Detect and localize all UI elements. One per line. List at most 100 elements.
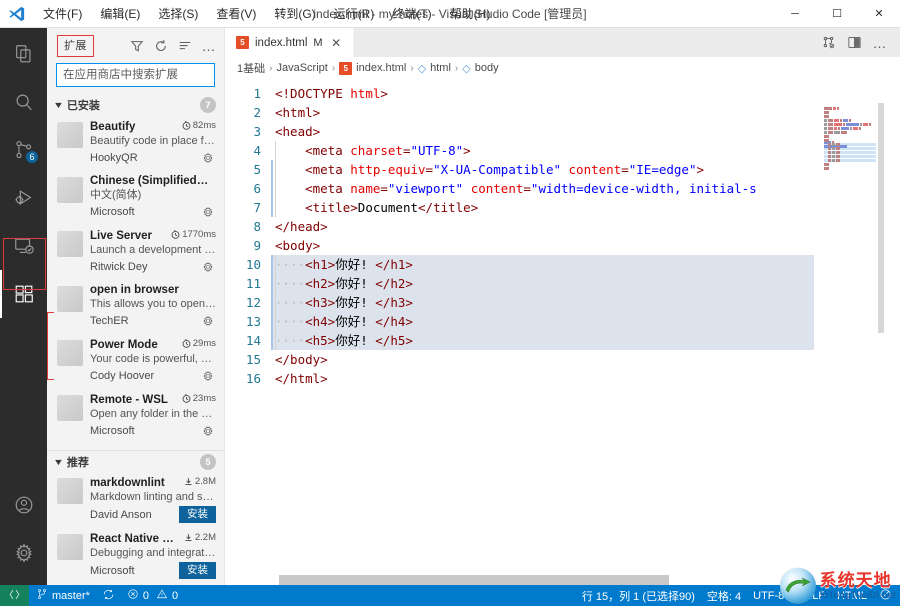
refresh-icon[interactable] [150,35,172,57]
status-language-mode[interactable]: HTML [831,585,873,606]
code-line-selected[interactable]: ····<h3>你好! </h3> [271,293,814,312]
status-indentation[interactable]: 空格: 4 [701,585,747,606]
extensions-search-input[interactable] [56,63,215,87]
code-line[interactable]: <meta charset="UTF-8"> [271,141,814,160]
code-line-selected[interactable]: ····<h1>你好! </h1> [271,255,814,274]
status-cursor-position[interactable]: 行 15，列 1 (已选择90) [576,585,701,606]
code-line[interactable]: </html> [271,369,814,388]
horizontal-scrollbar-thumb[interactable] [279,575,669,585]
activity-extensions[interactable] [0,270,47,318]
menu-run[interactable]: 运行(R) [325,1,384,26]
code-line[interactable]: <head> [271,122,814,141]
activity-remote[interactable] [0,222,47,270]
minimap-slider[interactable] [878,103,884,333]
list-item[interactable]: Beautify 82ms Beautify code in place for… [47,116,224,171]
overview-ruler[interactable] [886,79,900,585]
code-token: > [463,143,471,158]
code-token: </h1> [375,257,413,272]
code-editor[interactable]: 12345678910111213141516 <!DOCTYPE html><… [225,79,900,585]
activity-search[interactable] [0,78,47,126]
breadcrumb-item-1[interactable]: JavaScript [276,62,327,74]
line-number: 9 [225,236,261,255]
install-button[interactable]: 安装 [179,562,216,579]
manage-gear-icon[interactable] [200,368,216,384]
breadcrumb-item-0[interactable]: 1基础 [237,60,265,76]
tab-index-html[interactable]: 5 index.html M ✕ [225,28,354,57]
code-line-selected[interactable]: ····<h2>你好! </h2> [271,274,814,293]
code-line-selected[interactable]: ····<h4>你好! </h4> [271,312,814,331]
status-bar-right: 行 15，列 1 (已选择90) 空格: 4 UTF-8 CRLF HTML [576,585,900,606]
sort-icon[interactable] [174,35,196,57]
list-item[interactable]: Live Server 1770ms Launch a development … [47,225,224,280]
code-line[interactable]: <html> [271,103,814,122]
code-line[interactable]: <title>Document</title> [271,198,814,217]
status-problems[interactable]: 0 0 [121,585,184,606]
extension-name: open in browser [90,284,212,296]
code-line[interactable]: <!DOCTYPE html> [271,84,814,103]
breadcrumb-item-2-label: index.html [356,62,406,74]
minimap-segment [859,127,861,130]
error-icon [127,588,139,603]
status-branch[interactable]: master* [30,585,96,606]
breadcrumb-item-4[interactable]: ◇ body [462,62,498,75]
close-button[interactable]: ✕ [858,0,900,28]
activity-settings[interactable] [0,529,47,577]
more-editor-actions-icon[interactable]: … [868,31,892,55]
code-line[interactable]: <meta name="viewport" content="width=dev… [271,179,814,198]
list-item[interactable]: Remote - WSL 23ms Open any folder in the… [47,389,224,444]
minimap-line [824,143,876,146]
status-notifications[interactable] [873,585,898,606]
section-installed-header[interactable]: ▼ 已安装 7 [47,94,224,116]
minimap[interactable] [814,79,886,585]
list-item[interactable]: Chinese (Simplified) Lan... 中文(简体) Micro… [47,171,224,225]
minimize-button[interactable]: ─ [774,0,816,28]
more-actions-icon[interactable]: … [198,35,220,57]
activity-account[interactable] [0,481,47,529]
breadcrumb-item-3[interactable]: ◇ html [418,62,451,75]
menu-go[interactable]: 转到(G) [265,1,324,26]
status-eol[interactable]: CRLF [790,585,831,606]
install-button[interactable]: 安装 [179,506,216,523]
remote-indicator[interactable] [0,585,29,606]
list-item[interactable]: Power Mode 29ms Your code is powerful, u… [47,334,224,389]
code-line[interactable]: </head> [271,217,814,236]
code-token [275,162,305,177]
manage-gear-icon[interactable] [200,313,216,329]
section-recommended-header[interactable]: ▼ 推荐 5 [47,450,224,472]
maximize-button[interactable]: ☐ [816,0,858,28]
menu-view[interactable]: 查看(V) [207,1,265,26]
activity-run-debug[interactable] [0,174,47,222]
code-token: ···· [275,314,305,329]
activity-source-control[interactable]: 6 [0,126,47,174]
tab-close-icon[interactable]: ✕ [329,37,344,49]
list-item[interactable]: open in browser This allows you to open … [47,280,224,334]
code-line[interactable]: </body> [271,350,814,369]
code-token [275,181,305,196]
breadcrumb-item-2[interactable]: 5 index.html [339,62,406,75]
menu-file[interactable]: 文件(F) [34,1,91,26]
status-encoding[interactable]: UTF-8 [747,585,790,606]
extensions-list[interactable]: ▼ 已安装 7 Beautify 82ms Be [47,94,224,585]
status-sync[interactable] [96,585,121,606]
activity-explorer[interactable] [0,30,47,78]
code-line[interactable]: <meta http-equiv="X-UA-Compatible" conte… [271,160,814,179]
menu-terminal[interactable]: 终端(T) [383,1,440,26]
filter-icon[interactable] [126,35,148,57]
editor-tabs: 5 index.html M ✕ [225,28,900,57]
menu-selection[interactable]: 选择(S) [149,1,207,26]
split-editor-live-preview-icon[interactable] [816,31,840,55]
list-item[interactable]: React Native Tools 2.2M Debugging and in… [47,528,224,584]
horizontal-scrollbar[interactable] [225,575,814,585]
list-item[interactable]: markdownlint 2.8M Markdown linting and s… [47,472,224,528]
manage-gear-icon[interactable] [200,150,216,166]
code-line[interactable]: <body> [271,236,814,255]
code-content[interactable]: <!DOCTYPE html><html><head> <meta charse… [271,79,814,585]
split-editor-icon[interactable] [842,31,866,55]
manage-gear-icon[interactable] [200,259,216,275]
menu-edit[interactable]: 编辑(E) [91,1,149,26]
manage-gear-icon[interactable] [200,423,216,439]
title-bar: 文件(F) 编辑(E) 选择(S) 查看(V) 转到(G) 运行(R) 终端(T… [0,0,900,28]
code-line-selected[interactable]: ····<h5>你好! </h5> [271,331,814,350]
menu-help[interactable]: 帮助(H) [441,1,500,26]
manage-gear-icon[interactable] [200,204,216,220]
